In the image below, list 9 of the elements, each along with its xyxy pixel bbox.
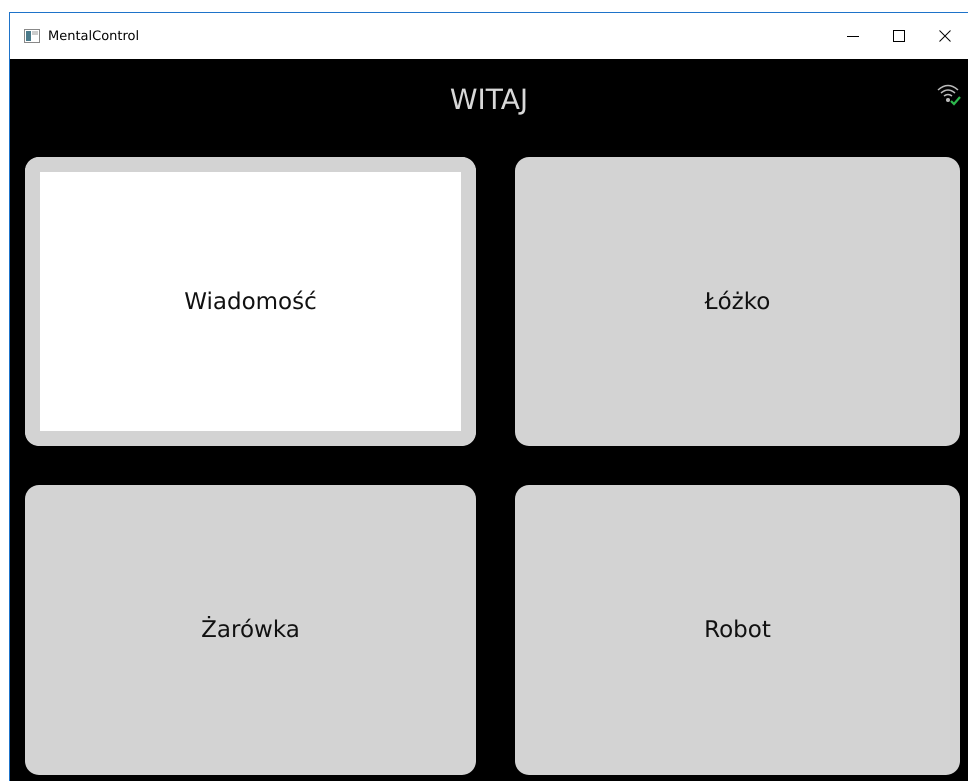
close-icon [939, 30, 951, 42]
maximize-icon [893, 30, 905, 42]
app-icon [24, 29, 40, 43]
menu-tile[interactable]: Żarówka [25, 485, 476, 775]
welcome-heading: WITAJ [450, 82, 528, 116]
window-title: MentalControl [48, 28, 140, 44]
menu-tile[interactable]: Łóżko [515, 157, 960, 446]
menu-tile[interactable]: Robot [515, 485, 960, 775]
menu-tile[interactable]: Wiadomość [25, 157, 476, 446]
